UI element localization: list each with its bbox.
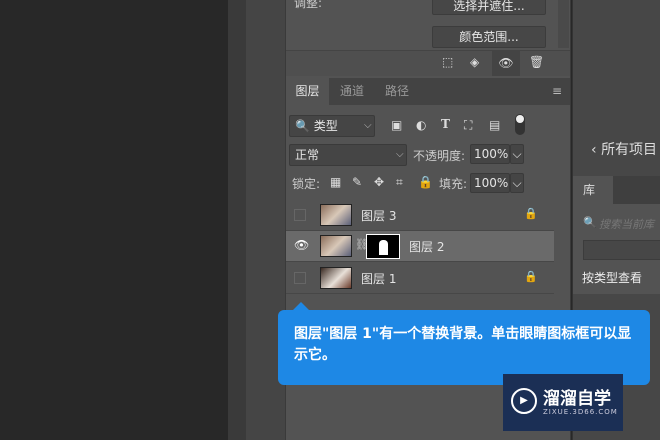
libraries-content: 🔍 搜索当前库 按类型查看: [573, 204, 660, 294]
visibility-toggle[interactable]: [294, 272, 306, 284]
layers-tabs: 图层 通道 路径 ≡: [286, 78, 570, 105]
watermark-url: ZIXUE.3D66.COM: [543, 408, 618, 416]
tab-layers[interactable]: 图层: [286, 78, 329, 105]
tab-libraries[interactable]: 库: [573, 176, 613, 204]
color-range-button[interactable]: 颜色范围...: [432, 26, 546, 48]
lock-position-icon[interactable]: ✥: [374, 175, 384, 189]
filter-kind-value: 类型: [313, 119, 338, 133]
lock-paint-brush-icon[interactable]: ✎: [352, 175, 362, 189]
play-logo-icon: ▶: [511, 388, 537, 414]
properties-footer: ⬚ ◈ 👁 🗑: [286, 50, 570, 76]
view-by-select[interactable]: 按类型查看: [582, 269, 642, 286]
fill-dropdown[interactable]: ⌵: [510, 173, 524, 193]
select-and-mask-button[interactable]: 选择并遮住...: [432, 0, 546, 15]
lock-icon: 🔒: [524, 207, 538, 220]
tab-paths[interactable]: 路径: [375, 78, 419, 105]
chevron-down-icon: ⌵: [364, 120, 372, 131]
pixel-filter-icon[interactable]: ▣: [391, 118, 402, 132]
all-items-back[interactable]: ‹ 所有项目: [573, 125, 660, 171]
layer-row-selected[interactable]: 👁 ⛓ 图层 2: [286, 231, 554, 262]
tab-bar-empty: [613, 176, 660, 204]
library-select[interactable]: [583, 240, 660, 260]
fill-input[interactable]: 100%: [470, 173, 510, 193]
filter-toggle[interactable]: [515, 114, 525, 135]
layer-name: 图层 3: [361, 209, 397, 223]
watermark-title: 溜溜自学: [543, 389, 611, 409]
adjustment-filter-icon[interactable]: ◐: [416, 118, 426, 132]
opacity-input[interactable]: 100%: [470, 144, 510, 164]
eye-icon[interactable]: 👁: [492, 51, 520, 76]
panel-menu-icon[interactable]: ≡: [552, 84, 562, 98]
smart-object-filter-icon[interactable]: ▤: [489, 118, 500, 132]
visibility-toggle[interactable]: [294, 209, 306, 221]
layer-thumbnail: [320, 204, 352, 226]
lock-transparent-icon[interactable]: ▦: [330, 175, 341, 189]
type-filter-icon[interactable]: T: [441, 117, 450, 131]
opacity-label: 不透明度:: [413, 149, 466, 163]
layer-thumbnail: [320, 235, 352, 257]
adjust-label: 调整:: [294, 0, 323, 10]
layer-row[interactable]: 图层 1 🔒: [286, 263, 554, 294]
shape-filter-icon[interactable]: ⛶: [464, 118, 472, 133]
lock-icon: 🔒: [524, 270, 538, 283]
left-background: [228, 0, 246, 440]
fill-label: 填充:: [439, 177, 468, 191]
chevron-down-icon: ⌵: [396, 149, 404, 160]
lock-label: 锁定:: [292, 177, 321, 191]
filter-kind-select[interactable]: 🔍 类型: [289, 115, 375, 137]
layer-name: 图层 2: [409, 240, 445, 254]
blend-mode-select[interactable]: 正常: [289, 144, 407, 166]
layer-thumbnail: [320, 267, 352, 289]
tab-channels[interactable]: 通道: [330, 78, 374, 105]
layer-mask-thumbnail[interactable]: [366, 234, 400, 259]
lock-all-icon[interactable]: 🔒: [418, 175, 433, 189]
search-icon: 🔍: [583, 216, 597, 229]
eye-icon[interactable]: 👁: [294, 238, 309, 252]
opacity-dropdown[interactable]: ⌵: [510, 144, 524, 164]
layer-name: 图层 1: [361, 272, 397, 286]
lock-artboard-icon[interactable]: ⌗: [396, 175, 403, 190]
selection-icon[interactable]: ⬚: [442, 55, 453, 69]
scrollbar[interactable]: [558, 0, 569, 48]
layer-row[interactable]: 图层 3 🔒: [286, 200, 554, 231]
trash-icon[interactable]: 🗑: [529, 55, 544, 69]
watermark: ▶ 溜溜自学 ZIXUE.3D66.COM: [503, 374, 623, 431]
apply-mask-icon[interactable]: ◈: [470, 55, 479, 69]
back-label: 所有项目: [601, 142, 658, 158]
library-search-input[interactable]: 搜索当前库: [599, 216, 654, 232]
